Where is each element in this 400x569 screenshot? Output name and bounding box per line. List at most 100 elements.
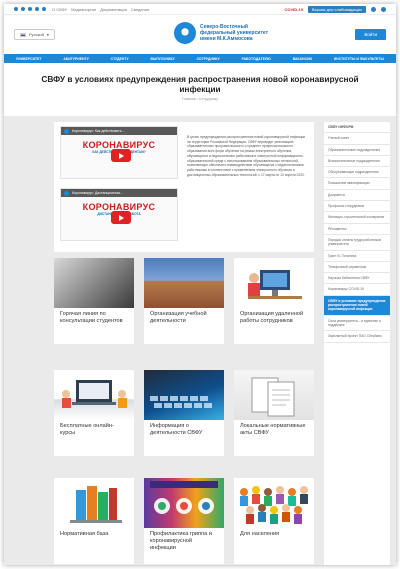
login-button[interactable]: Войти xyxy=(355,29,386,40)
sidebar-item-active[interactable]: СВФУ в условиях предупреждения распростр… xyxy=(324,295,390,316)
eye-icon[interactable] xyxy=(371,6,376,12)
logo-text: Северо-Восточный федеральный университет… xyxy=(200,24,268,42)
video-card: Коронавирус: Как действовать… КОРОНАВИРУ… xyxy=(54,122,314,252)
university-building-image xyxy=(144,258,224,308)
top-link[interactable]: Сведения xyxy=(131,7,149,12)
sidebar-item[interactable]: Обслуживающие подразделения xyxy=(324,167,390,179)
tile-label: Горячая линия по консультации студентов xyxy=(60,311,123,324)
video-player[interactable]: Коронавирус: Дистанционная… КОРОНАВИРУС … xyxy=(60,188,178,241)
tile-free-courses[interactable]: Бесплатные онлайн-курсы xyxy=(54,370,134,456)
keyboard-image xyxy=(144,370,224,420)
nav-item-applicants[interactable]: АБИТУРИЕНТУ xyxy=(63,57,89,61)
vk-icon[interactable] xyxy=(14,7,18,11)
documents-image xyxy=(234,370,314,420)
nav-item-employers[interactable]: РАБОТОДАТЕЛЮ xyxy=(242,57,271,61)
phone-keypad-image xyxy=(54,258,134,308)
sidebar-item[interactable]: Зарплатный проект ПАО Сбербанк xyxy=(324,331,390,343)
top-link[interactable]: О СВФУ xyxy=(52,7,67,12)
sidebar-item[interactable]: Научная библиотека СВФУ xyxy=(324,273,390,285)
intro-text: В целях предупреждения распространения н… xyxy=(187,135,306,177)
page: О СВФУ Медиапортал Документация Сведения… xyxy=(4,4,396,565)
online-courses-illustration xyxy=(54,370,134,420)
top-right: COVID-19 Версия для слабовидящих xyxy=(285,5,386,13)
nav-item-university[interactable]: УНИВЕРСИТЕТ xyxy=(16,57,42,61)
nav-item-institutes[interactable]: ИНСТИТУТЫ И ФАКУЛЬТЕТЫ xyxy=(334,57,384,61)
sidebar-item[interactable]: Документы xyxy=(324,190,390,202)
laptop-people-icon xyxy=(62,380,127,408)
search-icon[interactable] xyxy=(381,6,386,12)
russian-flag-icon xyxy=(20,32,26,37)
tile-label: Для населения xyxy=(240,531,280,537)
sidebar-item[interactable]: Образовательные подразделения xyxy=(324,145,390,156)
twitter-icon[interactable] xyxy=(28,7,32,11)
tile-label: Локальные нормативные акты СВФУ xyxy=(240,423,306,436)
sidebar: СВФУ ИНФОРМ Ученый совет Образовательные… xyxy=(324,122,390,565)
video-title-bar: Коронавирус: Как действовать… xyxy=(61,127,177,135)
keyboard-icon xyxy=(150,396,212,408)
nav-item-employees[interactable]: СОТРУДНИКУ xyxy=(197,57,220,61)
tile-label: Бесплатные онлайн-курсы xyxy=(60,423,114,436)
logo-line: имени М.К.Аммосова xyxy=(200,36,253,42)
tile-label: Нормативная база xyxy=(60,531,109,537)
tile-local-acts[interactable]: Локальные нормативные акты СВФУ xyxy=(234,370,314,456)
normative-illustration xyxy=(54,478,134,528)
university-emblem-icon xyxy=(174,22,196,44)
play-button[interactable] xyxy=(111,149,131,162)
top-utility-bar: О СВФУ Медиапортал Документация Сведения… xyxy=(4,4,396,15)
university-logo[interactable]: Северо-Восточный федеральный университет… xyxy=(174,22,268,44)
top-link[interactable]: Документация xyxy=(100,7,127,12)
channel-icon xyxy=(64,128,69,134)
tile-label: Профилактика гриппа и коронавирусной инф… xyxy=(150,531,212,551)
remote-worker-illustration xyxy=(234,258,314,308)
nav-item-vacancies[interactable]: ВАКАНСИИ xyxy=(293,57,312,61)
tile-normative-base[interactable]: Нормативная база xyxy=(54,478,134,564)
instagram-icon[interactable] xyxy=(35,7,39,11)
video-title-bar: Коронавирус: Дистанционная… xyxy=(61,189,177,197)
sidebar-heading[interactable]: СВФУ ИНФОРМ xyxy=(324,122,390,134)
language-selector[interactable]: Русский ▾ xyxy=(14,29,55,40)
play-button[interactable] xyxy=(111,211,131,224)
video-title: Коронавирус: Как действовать… xyxy=(72,129,126,133)
title-section: СВФУ в условиях предупреждения распростр… xyxy=(4,63,396,116)
sidebar-item[interactable]: Регламенты xyxy=(324,224,390,235)
breadcrumb[interactable]: Главная / Сотруднику xyxy=(4,97,396,101)
tile-svfu-info[interactable]: Информация о деятельности СВФУ xyxy=(144,370,224,456)
sidebar-item[interactable]: Коронавирус COVID-19 xyxy=(324,284,390,296)
facebook-icon[interactable] xyxy=(21,7,25,11)
sidebar-item[interactable]: Жилищно-строительный кооператив xyxy=(324,212,390,224)
tile-flu-prevention[interactable]: Профилактика гриппа и коронавирусной инф… xyxy=(144,478,224,564)
main-nav: УНИВЕРСИТЕТ АБИТУРИЕНТУ СТУДЕНТУ ВЫПУСКН… xyxy=(4,54,396,63)
site-header: Русский ▾ Северо-Восточный федеральный у… xyxy=(4,15,396,54)
covid-link[interactable]: COVID-19 xyxy=(285,7,303,12)
sidebar-item[interactable]: Порядок оплаты труда работников универси… xyxy=(324,235,390,251)
tile-label: Организация учебной деятельности xyxy=(150,311,207,324)
page-title: СВФУ в условиях предупреждения распростр… xyxy=(41,74,359,94)
tile-remote-work[interactable]: Организация удаленной работы сотрудников xyxy=(234,258,314,344)
crowd-icon xyxy=(240,486,308,524)
tile-label: Информация о деятельности СВФУ xyxy=(150,423,203,436)
video-player[interactable]: Коронавирус: Как действовать… КОРОНАВИРУ… xyxy=(60,126,178,179)
top-link[interactable]: Медиапортал xyxy=(71,7,96,12)
tile-label: Организация удаленной работы сотрудников xyxy=(240,311,304,324)
nav-item-students[interactable]: СТУДЕНТУ xyxy=(111,57,129,61)
population-illustration xyxy=(234,478,314,528)
sidebar-item[interactable]: Ученый совет xyxy=(324,133,390,145)
chevron-down-icon: ▾ xyxy=(46,32,49,37)
sidebar-item[interactable]: Телефонный справочник xyxy=(324,262,390,274)
sidebar-item[interactable]: Вспомогательные подразделения xyxy=(324,156,390,168)
language-label: Русский xyxy=(29,32,44,37)
books-icon xyxy=(70,486,122,523)
prevention-icons xyxy=(150,481,218,514)
nav-item-graduates[interactable]: ВЫПУСКНИКУ xyxy=(150,57,174,61)
tile-study-organization[interactable]: Организация учебной деятельности xyxy=(144,258,224,344)
special-version-button[interactable]: Версия для слабовидящих xyxy=(307,5,366,13)
sidebar-item[interactable]: Профсоюз сотрудников xyxy=(324,201,390,213)
sidebar-item[interactable]: Сила университета – в единстве и поддерж… xyxy=(324,316,390,332)
tile-hotline[interactable]: Горячая линия по консультации студентов xyxy=(54,258,134,344)
sidebar-item[interactable]: Грант В. Потанина xyxy=(324,251,390,262)
tile-for-population[interactable]: Для населения xyxy=(234,478,314,564)
top-links: О СВФУ Медиапортал Документация Сведения xyxy=(52,7,149,12)
channel-icon xyxy=(64,190,69,196)
sidebar-item[interactable]: Повышение квалификации xyxy=(324,178,390,190)
youtube-icon[interactable] xyxy=(42,7,46,11)
